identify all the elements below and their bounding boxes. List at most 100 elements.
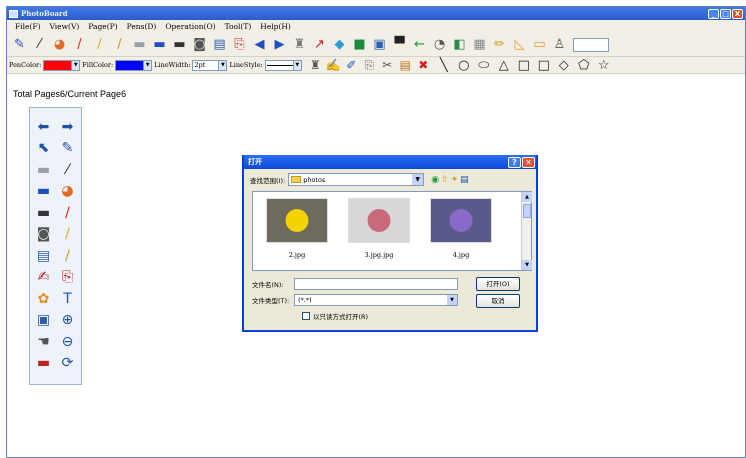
menu-operation[interactable]: Operation(O) [165,22,215,31]
brush-icon[interactable]: ⁄ [57,159,79,181]
select-arrow-icon[interactable]: ⬉ [33,138,55,160]
look-in-select[interactable]: photos ▼ [288,173,425,186]
triangle-shape-icon[interactable]: △ [495,58,513,73]
circle-shape-icon[interactable]: ○ [455,58,473,73]
box-icon[interactable]: ▭ [531,36,548,53]
flower-stamp-icon[interactable]: ✿ [33,288,55,310]
maximize-button[interactable]: □ [720,8,731,19]
dark-rect-icon[interactable]: ▬ [171,36,188,53]
page-icon[interactable]: ⎘ [57,267,79,289]
yellow-pen-icon[interactable]: / [57,224,79,246]
palette-icon[interactable]: ◕ [51,36,68,53]
square-shape-icon[interactable]: □ [535,58,553,73]
hand-icon[interactable]: ☚ [33,331,55,353]
undo-arrow-icon[interactable]: ⬅ [33,116,55,138]
cancel-button[interactable]: 取消 [476,294,520,308]
menu-view[interactable]: View(V) [50,22,80,31]
ellipse-shape-icon[interactable]: ⬭ [475,58,493,73]
prev-page-icon[interactable]: ◀ [251,36,268,53]
menu-page[interactable]: Page(P) [88,22,117,31]
view-menu-icon[interactable]: ▤ [460,175,469,185]
file-thumbnail[interactable]: 2.jpg [265,198,329,262]
eraser-icon[interactable]: ▬ [131,36,148,53]
edit-doc-icon[interactable]: ✍ [326,58,341,73]
red-pen-icon[interactable]: / [71,36,88,53]
bucket-icon[interactable]: ♜ [308,58,323,73]
readonly-checkbox[interactable] [302,312,310,320]
close-button[interactable]: X [732,8,743,19]
marker-icon[interactable]: / [111,36,128,53]
dark-rect-icon[interactable]: ▬ [33,202,55,224]
stack-icon[interactable]: ▬ [33,353,55,375]
file-thumbnail[interactable]: 4.jpg [429,198,493,262]
menu-tool[interactable]: Tool(T) [225,22,252,31]
window-icon[interactable]: ▤ [33,245,55,267]
yellow-pen-icon[interactable]: / [91,36,108,53]
gallery-icon[interactable]: ▦ [471,36,488,53]
edit-doc-icon[interactable]: ✍ [33,267,55,289]
screen-capture-icon[interactable]: ◙ [33,224,55,246]
chart-icon[interactable]: ◧ [451,36,468,53]
line-width-select[interactable]: 2pt ▼ [192,59,228,71]
diamond-icon[interactable]: ◆ [331,36,348,53]
delete-icon[interactable]: ✖ [416,58,431,73]
paste-icon[interactable]: ▤ [398,58,413,73]
star-shape-icon[interactable]: ☆ [595,58,613,73]
pentagon-shape-icon[interactable]: ⬠ [575,58,593,73]
file-thumbnail[interactable]: 3.jpg.jpg [347,198,411,262]
minimize-button[interactable]: _ [708,8,719,19]
filename-input[interactable] [294,278,458,290]
scroll-down-icon[interactable]: ▼ [522,260,532,270]
copy-icon[interactable]: ⎘ [362,58,377,73]
rectangle-shape-icon[interactable]: □ [515,58,533,73]
green-square-icon[interactable]: ■ [351,36,368,53]
pen-icon[interactable]: ✎ [57,138,79,160]
new-page-icon[interactable]: ⎘ [231,36,248,53]
up-folder-icon[interactable]: ⇧ [441,175,449,185]
scroll-thumb[interactable] [522,204,531,218]
menu-help[interactable]: Help(H) [260,22,291,31]
triangle-ruler-icon[interactable]: ◺ [511,36,528,53]
fill-color-select[interactable]: ▼ [115,59,153,71]
zoom-out-icon[interactable]: ⊖ [57,331,79,353]
monitor-icon[interactable]: ▀ [391,36,408,53]
pen-icon[interactable]: ✎ [11,36,28,53]
toolbar-input[interactable] [573,37,609,52]
blue-rect-icon[interactable]: ▬ [33,181,55,203]
eraser-icon[interactable]: ▬ [33,159,55,181]
scroll-up-icon[interactable]: ▲ [522,192,532,202]
zoom-in-icon[interactable]: ⊕ [57,310,79,332]
screen-capture-icon[interactable]: ◙ [191,36,208,53]
back-arrow-icon[interactable]: ← [411,36,428,53]
line-style-select[interactable]: ▼ [264,59,302,71]
image-icon[interactable]: ▣ [371,36,388,53]
brush-icon[interactable]: ⁄ [31,36,48,53]
image-icon[interactable]: ▣ [33,310,55,332]
text-icon[interactable]: T [57,288,79,310]
window-icon[interactable]: ▤ [211,36,228,53]
redo-arrow-icon[interactable]: ➡ [57,116,79,138]
filetype-select[interactable]: (*.*) ▼ [294,294,458,306]
menu-file[interactable]: File(F) [15,22,41,31]
dialog-close-button[interactable]: ✕ [522,156,535,168]
diamond-shape-icon[interactable]: ◇ [555,58,573,73]
pencil-icon[interactable]: ✏ [491,36,508,53]
next-page-icon[interactable]: ▶ [271,36,288,53]
refresh-icon[interactable]: ⟳ [57,353,79,375]
clock-icon[interactable]: ◔ [431,36,448,53]
pointer-icon[interactable]: ↗ [311,36,328,53]
trash-icon[interactable]: ♜ [291,36,308,53]
palette-icon[interactable]: ◕ [57,181,79,203]
highlighter-icon[interactable]: ✐ [344,58,359,73]
red-pen-icon[interactable]: / [57,202,79,224]
pen-color-select[interactable]: ▼ [43,59,81,71]
back-icon[interactable]: ◉ [431,175,439,185]
menu-pens[interactable]: Pens(D) [127,22,157,31]
cut-icon[interactable]: ✂ [380,58,395,73]
open-button[interactable]: 打开(O) [476,277,520,291]
person-icon[interactable]: ♙ [551,36,568,53]
line-shape-icon[interactable]: ╲ [435,58,453,73]
marker-icon[interactable]: / [57,245,79,267]
blue-rect-icon[interactable]: ▬ [151,36,168,53]
file-list-scrollbar[interactable]: ▲ ▼ [521,192,532,270]
